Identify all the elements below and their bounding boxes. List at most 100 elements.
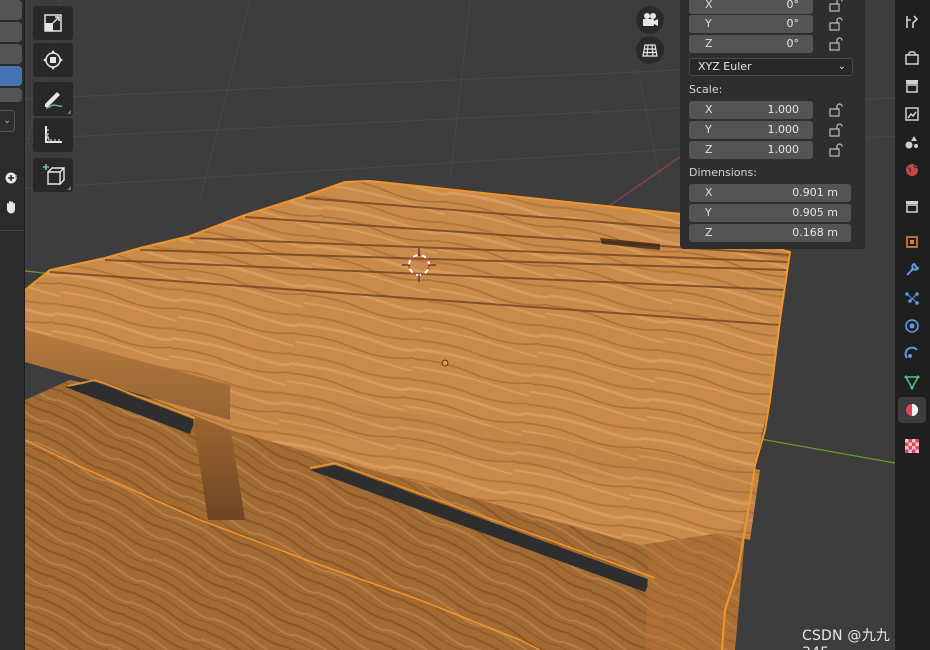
scale-x-value: 1.000 [767, 103, 800, 116]
ortho-toggle-button[interactable] [636, 36, 664, 64]
annotate-tool[interactable] [33, 82, 73, 116]
chevron-down-icon[interactable]: ⌄ [0, 110, 15, 132]
tab-modifier[interactable] [902, 260, 922, 280]
modifier-icon [906, 262, 920, 276]
rotation-mode-select[interactable]: XYZ Euler ⌄ [689, 58, 853, 76]
scale-y-value: 1.000 [767, 123, 800, 136]
tab-view-layer[interactable] [902, 104, 922, 124]
axis-label: X [705, 103, 713, 116]
view-layer-icon [905, 107, 919, 121]
particles-icon [905, 292, 919, 305]
lock-icon[interactable] [828, 143, 844, 157]
sidebar-transform-panel: X 0° Y 0° Z 0° XYZ Euler ⌄ Scale: X 1.00… [680, 0, 865, 249]
chevron-down-icon: ⌄ [837, 61, 846, 72]
pallet-object[interactable] [24, 179, 792, 650]
tab-world[interactable] [902, 160, 922, 180]
lock-icon[interactable] [828, 103, 844, 117]
measure-tool[interactable] [33, 118, 73, 152]
scale-x-field[interactable]: X 1.000 [689, 101, 813, 119]
tab-collection[interactable] [902, 196, 922, 216]
3d-viewport[interactable]: ⌄ ‹ X 0° Y 0° Z 0° XYZ Euler ⌄ Scale: X … [0, 0, 895, 650]
axis-label: Y [705, 123, 712, 136]
lock-icon[interactable] [828, 37, 844, 51]
transform-tool[interactable] [33, 43, 73, 77]
output-icon [906, 80, 918, 93]
properties-tabs [895, 0, 930, 650]
add-cube-icon [43, 164, 65, 185]
axis-label: X [705, 186, 713, 199]
dimensions-x-field[interactable]: X 0.901 m [689, 184, 851, 202]
dimensions-x-value: 0.901 m [792, 186, 838, 199]
scale-tool[interactable] [33, 6, 73, 40]
zoom-plus-icon[interactable] [0, 171, 22, 189]
tab-output[interactable] [902, 76, 922, 96]
scale-icon [44, 14, 62, 32]
divider [24, 0, 25, 650]
lock-icon[interactable] [828, 123, 844, 137]
left-panel-button[interactable] [0, 88, 22, 102]
rotation-x-value: 0° [786, 0, 800, 11]
camera-icon [643, 13, 658, 26]
measure-icon [45, 126, 62, 143]
data-icon [904, 375, 920, 390]
axis-label: Y [705, 206, 712, 219]
object-icon [906, 236, 918, 248]
scale-y-field[interactable]: Y 1.000 [689, 121, 813, 139]
rotation-z-value: 0° [786, 37, 800, 50]
blender-window: ⌄ ‹ X 0° Y 0° Z 0° XYZ Euler ⌄ Scale: X … [0, 0, 930, 650]
tab-texture[interactable] [902, 436, 922, 456]
watermark: CSDN @九九345 [802, 628, 890, 650]
rotation-y-field[interactable]: Y 0° [689, 15, 813, 33]
left-panel-button[interactable] [0, 0, 22, 20]
dimensions-z-value: 0.168 m [792, 226, 838, 239]
tool-icon [906, 15, 919, 28]
dimensions-y-value: 0.905 m [792, 206, 838, 219]
tab-scene[interactable] [902, 132, 922, 152]
physics-icon [905, 319, 919, 333]
render-icon [905, 51, 919, 65]
tab-physics[interactable] [902, 316, 922, 336]
left-panel-button-active[interactable] [0, 66, 22, 86]
axis-label: Z [705, 143, 713, 156]
tab-render[interactable] [902, 48, 922, 68]
left-panel-button[interactable] [0, 44, 22, 64]
camera-view-button[interactable] [636, 6, 664, 34]
tab-object[interactable] [902, 232, 922, 252]
chevron-left-icon[interactable]: ‹ [14, 172, 18, 183]
grid-icon [642, 44, 658, 57]
rotation-x-field[interactable]: X 0° [689, 0, 813, 14]
scale-z-field[interactable]: Z 1.000 [689, 141, 813, 159]
lock-icon[interactable] [828, 0, 844, 12]
dimensions-label: Dimensions: [689, 166, 757, 179]
tab-tool[interactable] [902, 12, 922, 32]
scale-z-value: 1.000 [767, 143, 800, 156]
scene-icon [905, 136, 918, 149]
tab-particles[interactable] [902, 288, 922, 308]
rotation-z-field[interactable]: Z 0° [689, 35, 813, 53]
y-axis-line [754, 437, 895, 464]
texture-icon [905, 439, 919, 453]
axis-label: Z [705, 226, 713, 239]
tab-data[interactable] [902, 372, 922, 392]
hand-pan-icon[interactable] [0, 200, 22, 218]
axis-label: Z [705, 37, 713, 50]
constraints-icon [904, 346, 918, 359]
scale-label: Scale: [689, 83, 723, 96]
left-sidebar: ⌄ [0, 0, 24, 650]
tab-material[interactable] [898, 397, 926, 423]
add-cube-tool[interactable] [33, 158, 73, 192]
annotate-icon [45, 92, 63, 109]
axis-label: X [705, 0, 713, 11]
object-origin [441, 359, 449, 367]
axis-label: Y [705, 17, 712, 30]
rotation-mode-value: XYZ Euler [698, 60, 752, 73]
left-panel-button[interactable] [0, 22, 22, 42]
tab-constraints[interactable] [902, 344, 922, 364]
world-icon [906, 164, 919, 176]
transform-icon [43, 50, 63, 70]
rotation-y-value: 0° [786, 17, 800, 30]
dimensions-y-field[interactable]: Y 0.905 m [689, 204, 851, 222]
lock-icon[interactable] [828, 17, 844, 31]
dimensions-z-field[interactable]: Z 0.168 m [689, 224, 851, 242]
material-icon [905, 403, 919, 417]
